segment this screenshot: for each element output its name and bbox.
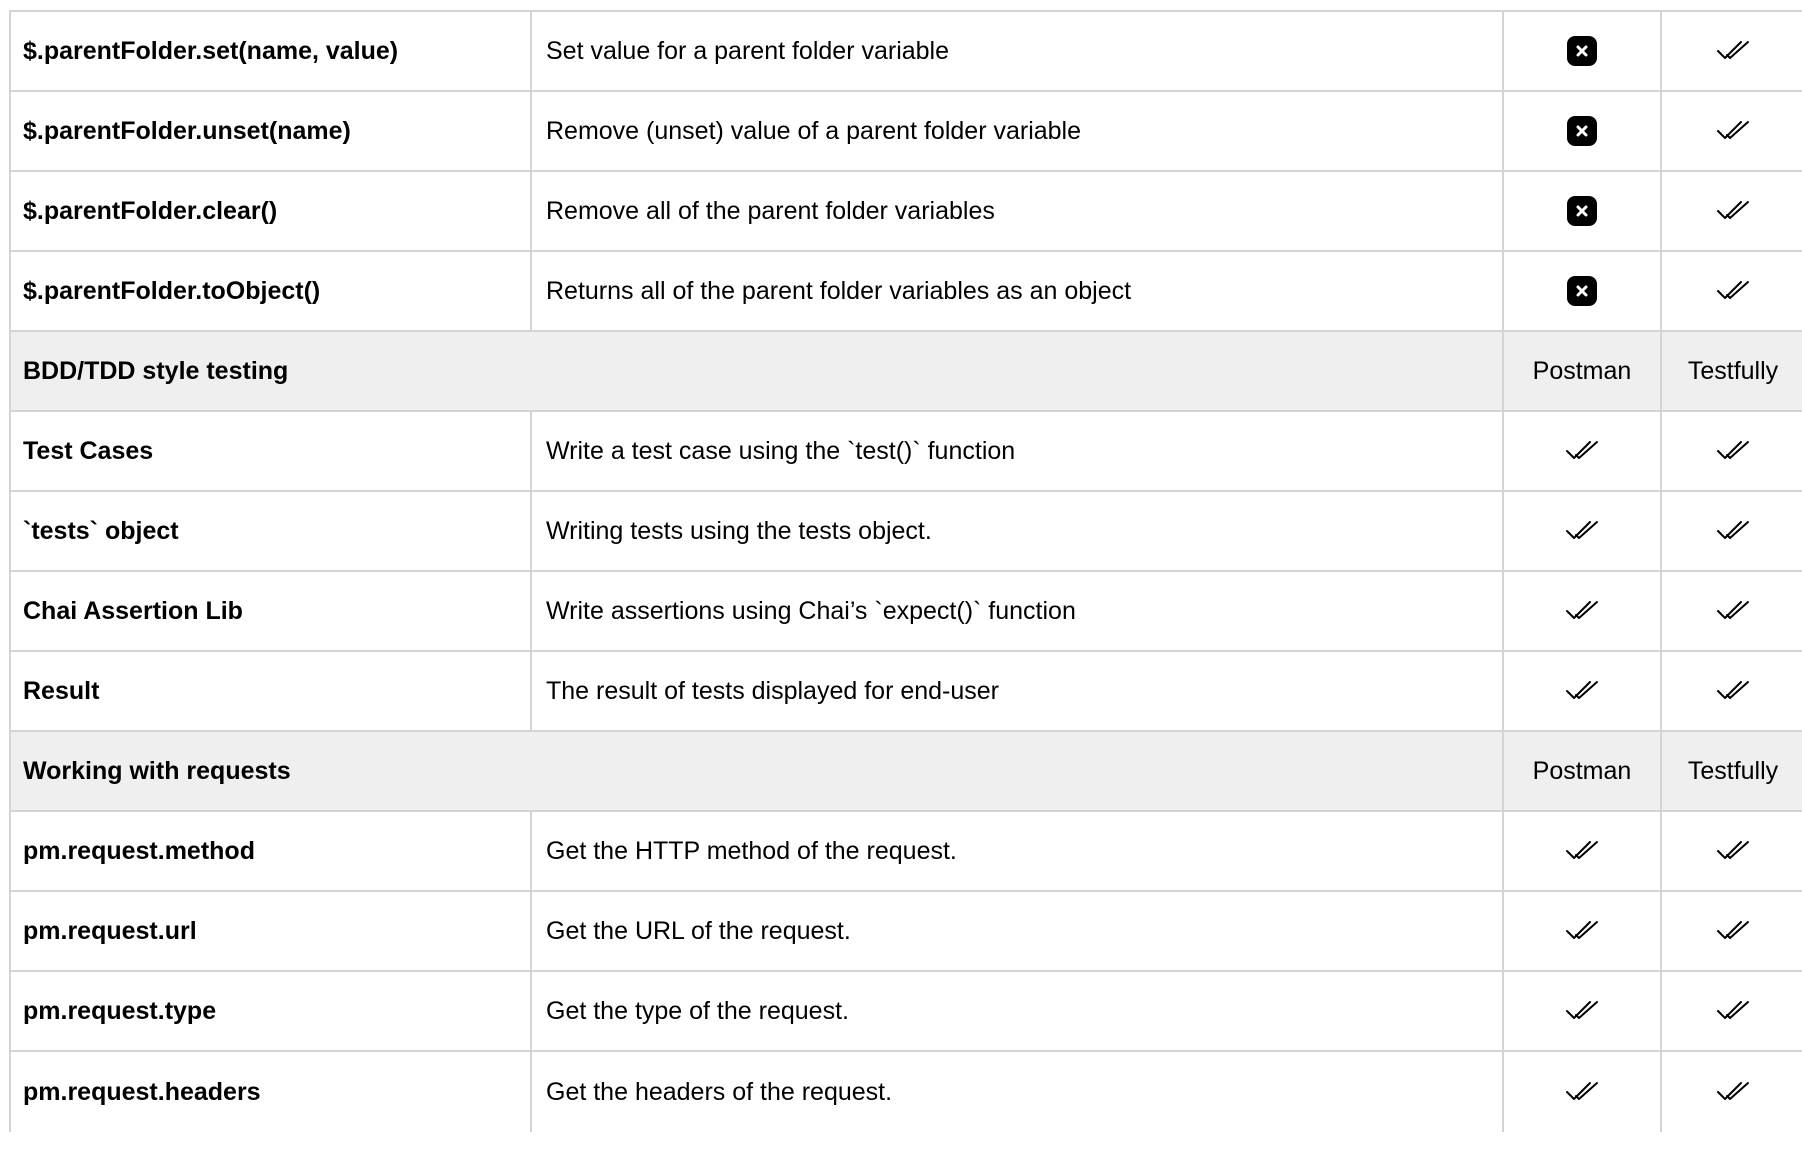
feature-description: Get the HTTP method of the request. xyxy=(532,812,1504,890)
double-check-icon xyxy=(1716,440,1750,462)
postman-support-cell xyxy=(1504,652,1662,730)
feature-name: $.parentFolder.toObject() xyxy=(11,252,532,330)
table-row: $.parentFolder.set(name, value) Set value… xyxy=(11,12,1802,92)
double-check-icon xyxy=(1716,280,1750,302)
double-check-icon xyxy=(1716,920,1750,942)
cross-icon xyxy=(1567,276,1597,306)
cross-icon xyxy=(1567,196,1597,226)
section-title: BDD/TDD style testing xyxy=(11,332,1504,410)
column-header-postman: Postman xyxy=(1504,332,1662,410)
double-check-icon xyxy=(1716,120,1750,142)
double-check-icon xyxy=(1565,680,1599,702)
column-header-testfully: Testfully xyxy=(1687,756,1779,785)
feature-name: Chai Assertion Lib xyxy=(11,572,532,650)
table-row: `tests` object Writing tests using the te… xyxy=(11,492,1802,572)
feature-name: $.parentFolder.unset(name) xyxy=(11,92,532,170)
table-row: Chai Assertion Lib Write assertions using… xyxy=(11,572,1802,652)
double-check-icon xyxy=(1565,440,1599,462)
comparison-table: $.parentFolder.set(name, value) Set value… xyxy=(9,10,1802,1132)
testfully-support-cell xyxy=(1662,812,1802,890)
double-check-icon xyxy=(1716,1000,1750,1022)
section-title: Working with requests xyxy=(11,732,1504,810)
table-row: Test Cases Write a test case using the `t… xyxy=(11,412,1802,492)
feature-description: Set value for a parent folder variable xyxy=(532,12,1504,90)
postman-support-cell xyxy=(1504,12,1662,90)
double-check-icon xyxy=(1565,1000,1599,1022)
testfully-support-cell xyxy=(1662,172,1802,250)
postman-support-cell xyxy=(1504,492,1662,570)
feature-description: Write assertions using Chai’s `expect()`… xyxy=(532,572,1504,650)
double-check-icon xyxy=(1565,920,1599,942)
testfully-support-cell xyxy=(1662,252,1802,330)
postman-support-cell xyxy=(1504,572,1662,650)
double-check-icon xyxy=(1565,520,1599,542)
table-row: pm.request.method Get the HTTP method of … xyxy=(11,812,1802,892)
table-row: Result The result of tests displayed for … xyxy=(11,652,1802,732)
table-row: pm.request.headers Get the headers of the… xyxy=(11,1052,1802,1132)
testfully-support-cell xyxy=(1662,92,1802,170)
table-row: pm.request.type Get the type of the reque… xyxy=(11,972,1802,1052)
cross-icon xyxy=(1567,36,1597,66)
feature-name: $.parentFolder.set(name, value) xyxy=(11,12,532,90)
feature-name: `tests` object xyxy=(11,492,532,570)
double-check-icon xyxy=(1716,600,1750,622)
feature-name: Test Cases xyxy=(11,412,532,490)
section-header-row: Working with requests Postman Testfully xyxy=(11,732,1802,812)
feature-name: Result xyxy=(11,652,532,730)
feature-description: Remove all of the parent folder variable… xyxy=(532,172,1504,250)
postman-support-cell xyxy=(1504,172,1662,250)
feature-description: Remove (unset) value of a parent folder … xyxy=(532,92,1504,170)
feature-name: pm.request.method xyxy=(11,812,532,890)
feature-name: pm.request.type xyxy=(11,972,532,1050)
double-check-icon xyxy=(1716,520,1750,542)
feature-name: pm.request.headers xyxy=(11,1052,532,1132)
feature-description: Returns all of the parent folder variabl… xyxy=(532,252,1504,330)
postman-support-cell xyxy=(1504,92,1662,170)
double-check-icon xyxy=(1716,200,1750,222)
double-check-icon xyxy=(1565,840,1599,862)
testfully-support-cell xyxy=(1662,492,1802,570)
table-row: pm.request.url Get the URL of the request… xyxy=(11,892,1802,972)
postman-support-cell xyxy=(1504,972,1662,1050)
testfully-support-cell xyxy=(1662,1052,1802,1132)
postman-support-cell xyxy=(1504,892,1662,970)
double-check-icon xyxy=(1716,680,1750,702)
postman-support-cell xyxy=(1504,412,1662,490)
table-row: $.parentFolder.toObject() Returns all of … xyxy=(11,252,1802,332)
double-check-icon xyxy=(1716,40,1750,62)
column-header-testfully: Testfully xyxy=(1687,356,1779,385)
section-header-row: BDD/TDD style testing Postman Testfully xyxy=(11,332,1802,412)
cross-icon xyxy=(1567,116,1597,146)
testfully-support-cell xyxy=(1662,12,1802,90)
feature-name: pm.request.url xyxy=(11,892,532,970)
testfully-support-cell xyxy=(1662,572,1802,650)
column-header-postman: Postman xyxy=(1504,732,1662,810)
feature-name: $.parentFolder.clear() xyxy=(11,172,532,250)
feature-description: Write a test case using the `test()` fun… xyxy=(532,412,1504,490)
postman-support-cell xyxy=(1504,1052,1662,1132)
table-row: $.parentFolder.clear() Remove all of the … xyxy=(11,172,1802,252)
double-check-icon xyxy=(1716,1081,1750,1103)
feature-description: Get the URL of the request. xyxy=(532,892,1504,970)
postman-support-cell xyxy=(1504,252,1662,330)
table-row: $.parentFolder.unset(name) Remove (unset)… xyxy=(11,92,1802,172)
postman-support-cell xyxy=(1504,812,1662,890)
double-check-icon xyxy=(1565,1081,1599,1103)
feature-description: The result of tests displayed for end-us… xyxy=(532,652,1504,730)
testfully-support-cell xyxy=(1662,652,1802,730)
feature-description: Get the headers of the request. xyxy=(532,1052,1504,1132)
double-check-icon xyxy=(1565,600,1599,622)
testfully-support-cell xyxy=(1662,892,1802,970)
feature-description: Get the type of the request. xyxy=(532,972,1504,1050)
feature-description: Writing tests using the tests object. xyxy=(532,492,1504,570)
double-check-icon xyxy=(1716,840,1750,862)
testfully-support-cell xyxy=(1662,972,1802,1050)
testfully-support-cell xyxy=(1662,412,1802,490)
